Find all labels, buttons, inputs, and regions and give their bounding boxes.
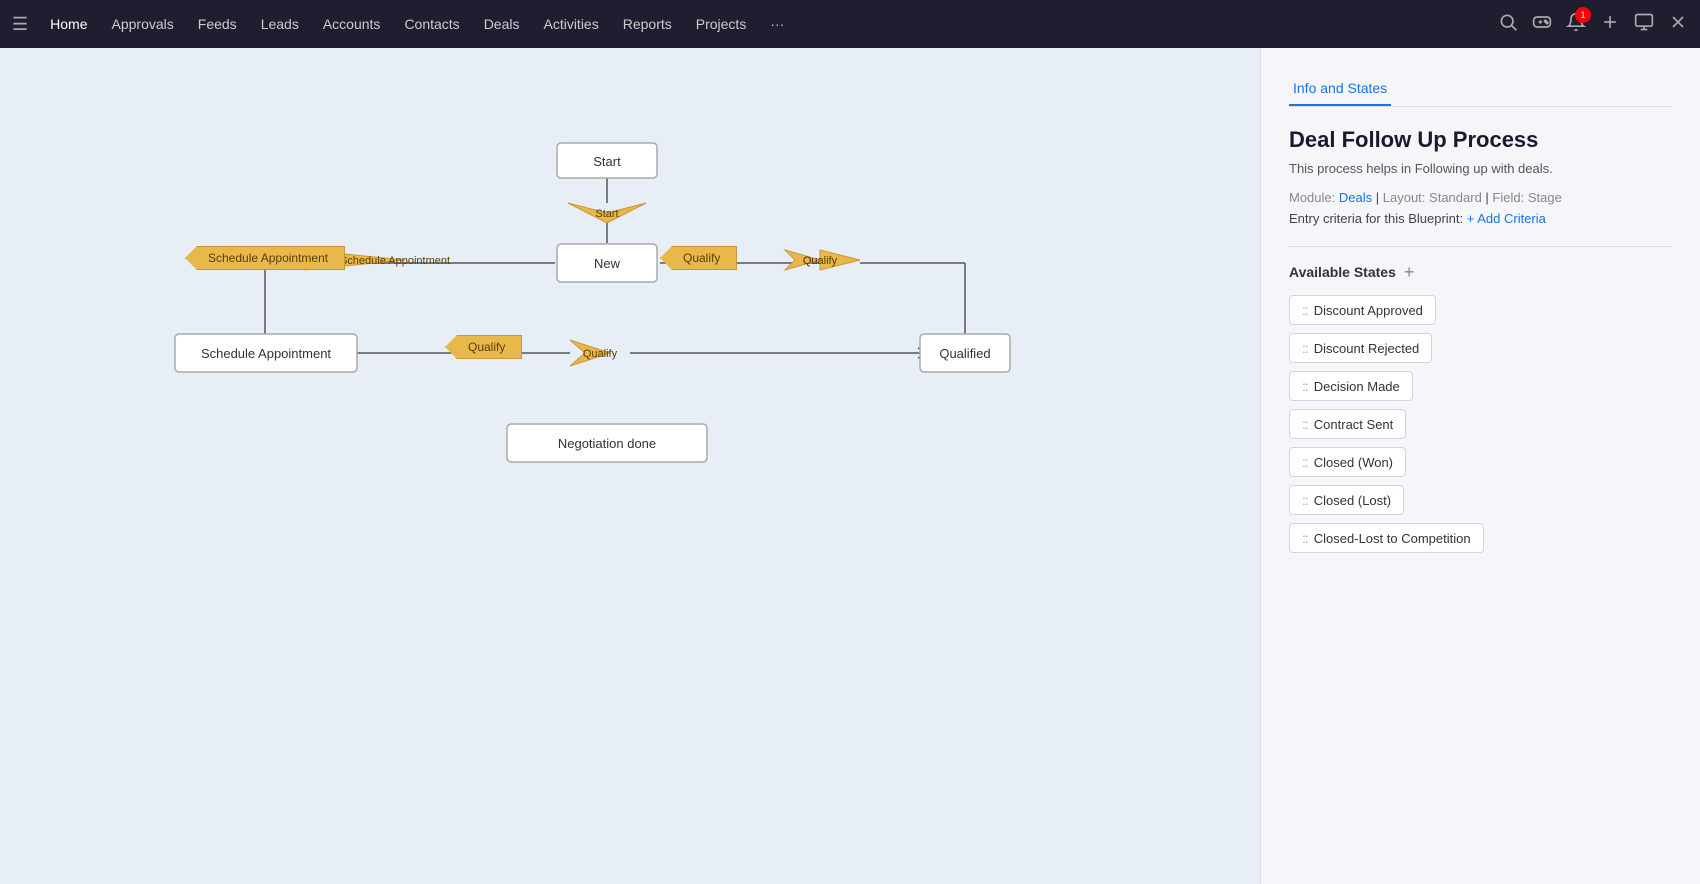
module-label: Module: bbox=[1289, 190, 1335, 205]
state-chip[interactable]: ::Closed (Lost) bbox=[1289, 485, 1404, 515]
add-icon[interactable] bbox=[1600, 12, 1620, 37]
state-chip[interactable]: ::Discount Approved bbox=[1289, 295, 1436, 325]
nav-feeds[interactable]: Feeds bbox=[188, 10, 247, 38]
add-criteria-link[interactable]: + Add Criteria bbox=[1467, 211, 1546, 226]
drag-handle-icon: :: bbox=[1302, 416, 1308, 432]
states-list: ::Discount Approved::Discount Rejected::… bbox=[1289, 295, 1672, 561]
state-chip[interactable]: ::Closed (Won) bbox=[1289, 447, 1406, 477]
layout-value: Standard bbox=[1429, 190, 1482, 205]
field-value: Stage bbox=[1528, 190, 1562, 205]
state-chip-label: Discount Approved bbox=[1314, 303, 1423, 318]
state-chip-label: Closed (Lost) bbox=[1314, 493, 1391, 508]
drag-handle-icon: :: bbox=[1302, 302, 1308, 318]
state-chip-label: Discount Rejected bbox=[1314, 341, 1420, 356]
nav-projects[interactable]: Projects bbox=[686, 10, 757, 38]
drag-handle-icon: :: bbox=[1302, 530, 1308, 546]
nav-leads[interactable]: Leads bbox=[251, 10, 309, 38]
hamburger-icon[interactable]: ☰ bbox=[12, 14, 28, 35]
canvas-area[interactable]: Start Start New Qualify Qualify Schedule… bbox=[0, 48, 1260, 884]
nav-home[interactable]: Home bbox=[40, 10, 97, 38]
notification-badge: 1 bbox=[1575, 7, 1591, 23]
nav-deals[interactable]: Deals bbox=[474, 10, 530, 38]
state-chip-label: Decision Made bbox=[1314, 379, 1400, 394]
panel-meta-module: Module: Deals | Layout: Standard | Field… bbox=[1289, 190, 1672, 205]
tab-info-states[interactable]: Info and States bbox=[1289, 72, 1391, 106]
nav-accounts[interactable]: Accounts bbox=[313, 10, 391, 38]
svg-text:Qualified: Qualified bbox=[939, 346, 990, 361]
svg-text:Negotiation done: Negotiation done bbox=[558, 436, 656, 451]
add-state-button[interactable]: + bbox=[1404, 263, 1415, 281]
svg-text:Schedule Appointment: Schedule Appointment bbox=[201, 346, 331, 361]
svg-text:Qualify: Qualify bbox=[583, 348, 618, 360]
svg-text:Qualify: Qualify bbox=[803, 255, 838, 267]
field-label: Field: bbox=[1492, 190, 1524, 205]
gamepad-icon[interactable] bbox=[1532, 12, 1552, 37]
panel-title: Deal Follow Up Process bbox=[1289, 127, 1672, 153]
screen-icon[interactable] bbox=[1634, 12, 1654, 37]
available-states-title: Available States bbox=[1289, 264, 1396, 280]
nav-more[interactable]: ··· bbox=[760, 10, 794, 38]
drag-handle-icon: :: bbox=[1302, 454, 1308, 470]
state-chip[interactable]: ::Discount Rejected bbox=[1289, 333, 1432, 363]
flowchart-svg: Start Start New Qualify Qualify Schedule… bbox=[0, 48, 1260, 884]
state-chip[interactable]: ::Closed-Lost to Competition bbox=[1289, 523, 1484, 553]
notifications-icon[interactable]: 1 bbox=[1566, 12, 1586, 37]
state-chip-label: Closed (Won) bbox=[1314, 455, 1393, 470]
panel-criteria: Entry criteria for this Blueprint: + Add… bbox=[1289, 211, 1672, 226]
topnav-icon-group: 1 bbox=[1498, 12, 1688, 37]
panel-description: This process helps in Following up with … bbox=[1289, 161, 1672, 176]
close-icon[interactable] bbox=[1668, 12, 1688, 37]
state-chip[interactable]: ::Decision Made bbox=[1289, 371, 1413, 401]
state-chip-label: Closed-Lost to Competition bbox=[1314, 531, 1471, 546]
main-layout: Start Start New Qualify Qualify Schedule… bbox=[0, 48, 1700, 884]
nav-contacts[interactable]: Contacts bbox=[394, 10, 469, 38]
panel-tabs: Info and States bbox=[1289, 72, 1672, 107]
state-chip-label: Contract Sent bbox=[1314, 417, 1394, 432]
drag-handle-icon: :: bbox=[1302, 340, 1308, 356]
module-value[interactable]: Deals bbox=[1339, 190, 1372, 205]
svg-text:Schedule Appointment: Schedule Appointment bbox=[340, 255, 450, 267]
drag-handle-icon: :: bbox=[1302, 378, 1308, 394]
svg-text:New: New bbox=[594, 256, 621, 271]
top-navigation: ☰ Home Approvals Feeds Leads Accounts Co… bbox=[0, 0, 1700, 48]
criteria-label: Entry criteria for this Blueprint: bbox=[1289, 211, 1463, 226]
drag-handle-icon: :: bbox=[1302, 492, 1308, 508]
state-chip[interactable]: ::Contract Sent bbox=[1289, 409, 1406, 439]
layout-label: Layout: bbox=[1383, 190, 1426, 205]
nav-approvals[interactable]: Approvals bbox=[102, 10, 184, 38]
nav-activities[interactable]: Activities bbox=[533, 10, 608, 38]
separator1: | bbox=[1376, 190, 1383, 205]
svg-text:Start: Start bbox=[593, 154, 621, 169]
search-icon[interactable] bbox=[1498, 12, 1518, 37]
right-panel: Info and States Deal Follow Up Process T… bbox=[1260, 48, 1700, 884]
panel-divider bbox=[1289, 246, 1672, 247]
nav-reports[interactable]: Reports bbox=[613, 10, 682, 38]
states-header: Available States + bbox=[1289, 263, 1672, 281]
svg-text:Start: Start bbox=[595, 208, 618, 220]
